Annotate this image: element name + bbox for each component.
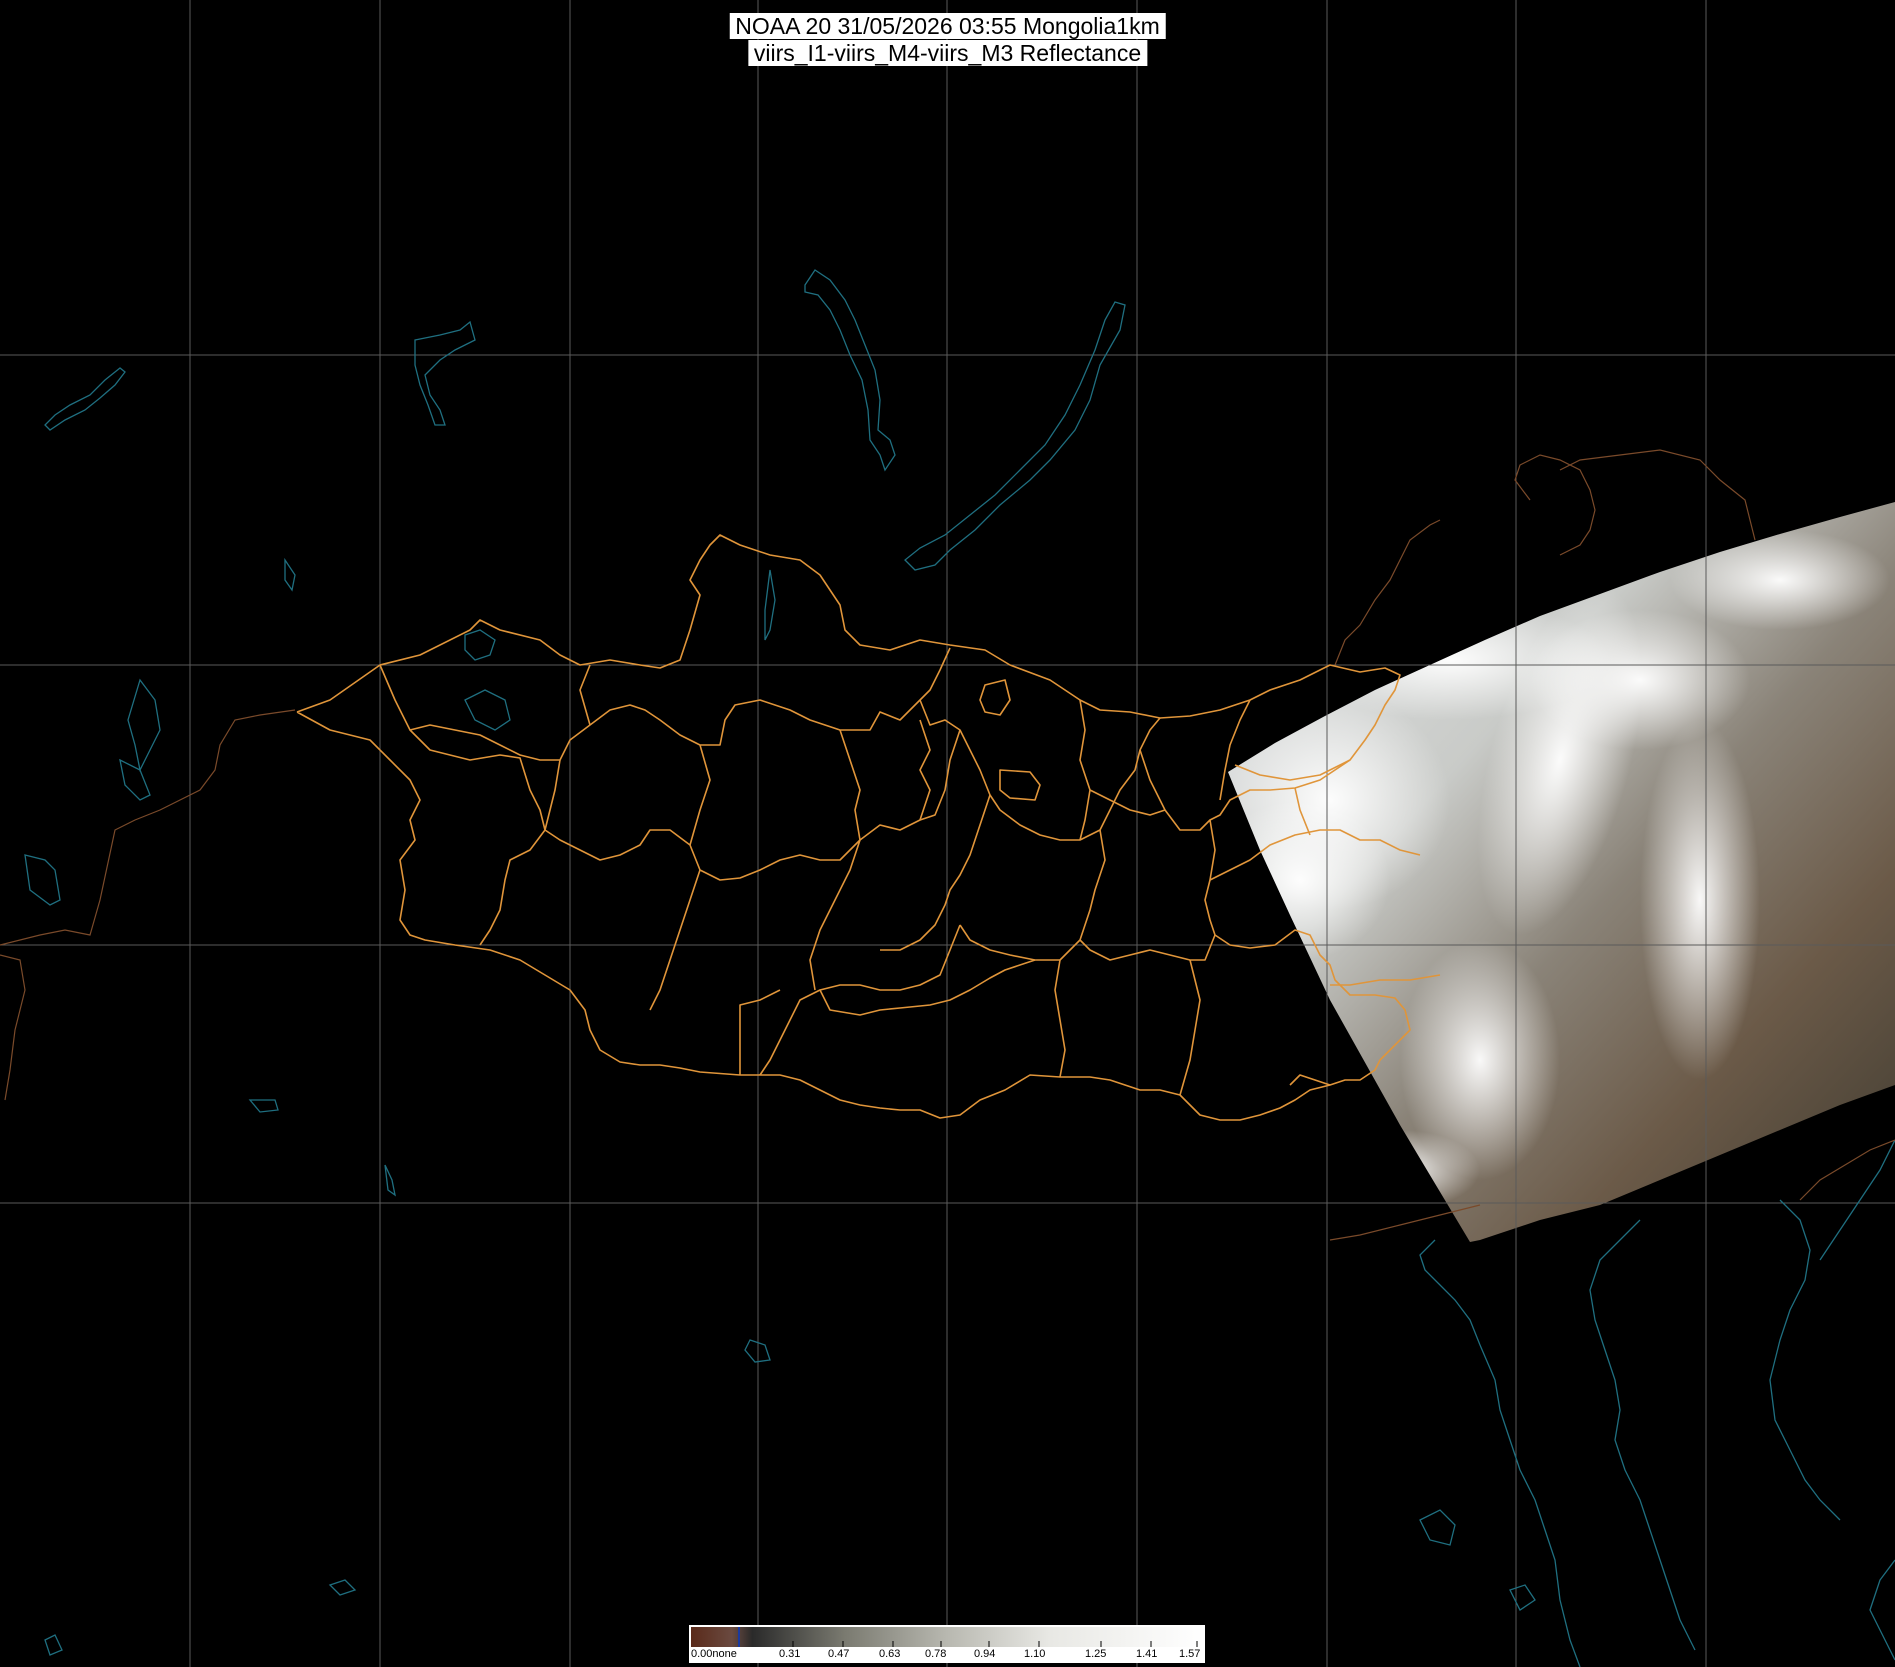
map-title-line-2: viirs_I1-viirs_M4-viirs_M3 Reflectance <box>747 40 1148 66</box>
map-title-line-1: NOAA 20 31/05/2026 03:55 Mongolia1km <box>729 13 1166 39</box>
colorbar-tick-label: 0.94 <box>974 1648 996 1660</box>
colorbar-tick-label: 1.10 <box>1024 1648 1046 1660</box>
satellite-map <box>0 0 1895 1667</box>
colorbar-ramp <box>691 1627 1203 1647</box>
colorbar-tick-label: 0.31 <box>779 1648 801 1660</box>
colorbar-no-data-label: 0.00none <box>691 1648 737 1660</box>
colorbar-labels: 0.00none 0.31 0.47 0.63 0.78 0.94 1.10 1… <box>689 1647 1205 1663</box>
colorbar-tick-label: 1.25 <box>1085 1648 1107 1660</box>
colorbar-tick-label: 1.41 <box>1136 1648 1158 1660</box>
colorbar-tick-label: 0.63 <box>879 1648 901 1660</box>
satellite-swath <box>1228 502 1895 1242</box>
colorbar-tick-label: 0.78 <box>925 1648 947 1660</box>
colorbar-tick-label: 1.57 <box>1179 1648 1201 1660</box>
colorbar-legend: 0.00none 0.31 0.47 0.63 0.78 0.94 1.10 1… <box>689 1625 1205 1663</box>
colorbar-tick-label: 0.47 <box>828 1648 850 1660</box>
